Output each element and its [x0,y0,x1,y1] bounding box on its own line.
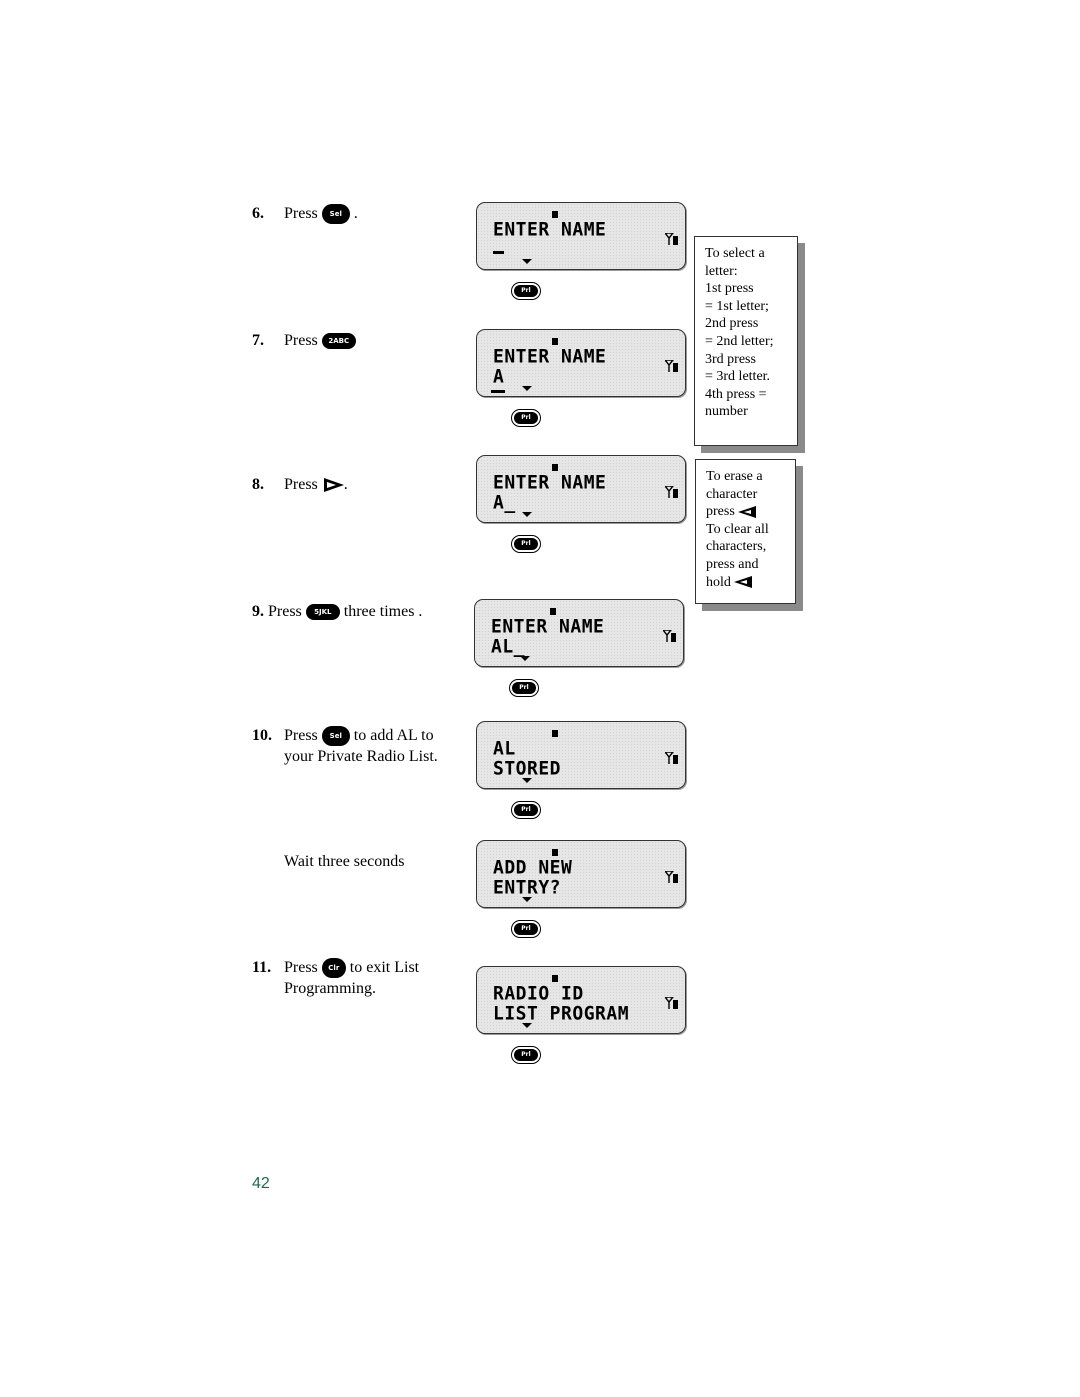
indicator-icon [552,730,558,737]
lcd-display-2: ENTER NAME A [476,329,686,397]
lcd-display-4: ENTER NAME AL_ [474,599,684,667]
signal-icon [663,630,676,642]
key-2abc-icon: 2ABC [321,333,356,350]
note-erase: To erase a character press To clear all … [695,459,796,604]
prl-key-icon: Prl [511,409,541,427]
prl-key-icon: Prl [511,801,541,819]
down-arrow-icon [522,778,532,783]
step-7: 7. Press 2ABC [252,330,356,351]
step-number: 6. [252,205,264,222]
prl-key-icon: Prl [511,920,541,938]
indicator-icon [552,211,558,218]
indicator-icon [552,464,558,471]
step-number: 10. [252,727,272,744]
page-number: 42 [252,1175,270,1192]
down-arrow-icon [522,1023,532,1028]
signal-icon [665,997,678,1009]
step-number: 11. [252,959,272,976]
indicator-icon [550,608,556,615]
down-arrow-icon [522,512,532,517]
prl-key-icon: Prl [511,282,541,300]
step-number: 7. [252,332,264,349]
step-number: 9. [252,603,264,620]
clr-key-icon: Clr [321,958,346,979]
signal-icon [665,360,678,372]
key-5jkl-icon: 5JKL [305,604,340,621]
down-arrow-icon [522,897,532,902]
indicator-icon [552,849,558,856]
right-arrow-key-icon [323,478,344,493]
wait-instruction: Wait three seconds [284,853,405,870]
step-8: 8. Press . [252,476,348,493]
step-number: 8. [252,476,264,493]
prl-key-icon: Prl [509,679,539,697]
step-10: 10. Press Sel to add AL to your Private R… [252,726,438,766]
lcd-display-5: AL STORED [476,721,686,789]
back-arrow-key-icon [738,505,757,518]
signal-icon [665,486,678,498]
lcd-display-6: ADD NEW ENTRY? [476,840,686,908]
signal-icon [665,233,678,245]
cursor [493,251,504,254]
indicator-icon [552,975,558,982]
sel-key-icon: Sel [321,726,350,747]
signal-icon [665,752,678,764]
step-9: 9. Press 5JKL three times . [252,603,423,621]
step-6: 6. Press Sel . [252,203,358,225]
note-select-letter: To select a letter: 1st press = 1st lett… [694,236,798,446]
down-arrow-icon [522,386,532,391]
down-arrow-icon [522,259,532,264]
step-11: 11. Press Clr to exit List Programming. [252,958,420,998]
prl-key-icon: Prl [511,1046,541,1064]
back-arrow-key-icon [734,576,753,589]
signal-icon [665,871,678,883]
cursor [491,390,505,393]
lcd-display-7: RADIO ID LIST PROGRAM [476,966,686,1034]
down-arrow-icon [520,656,530,661]
sel-key-icon: Sel [321,204,350,225]
lcd-display-1: ENTER NAME [476,202,686,270]
indicator-icon [552,338,558,345]
lcd-display-3: ENTER NAME A_ [476,455,686,523]
prl-key-icon: Prl [511,535,541,553]
